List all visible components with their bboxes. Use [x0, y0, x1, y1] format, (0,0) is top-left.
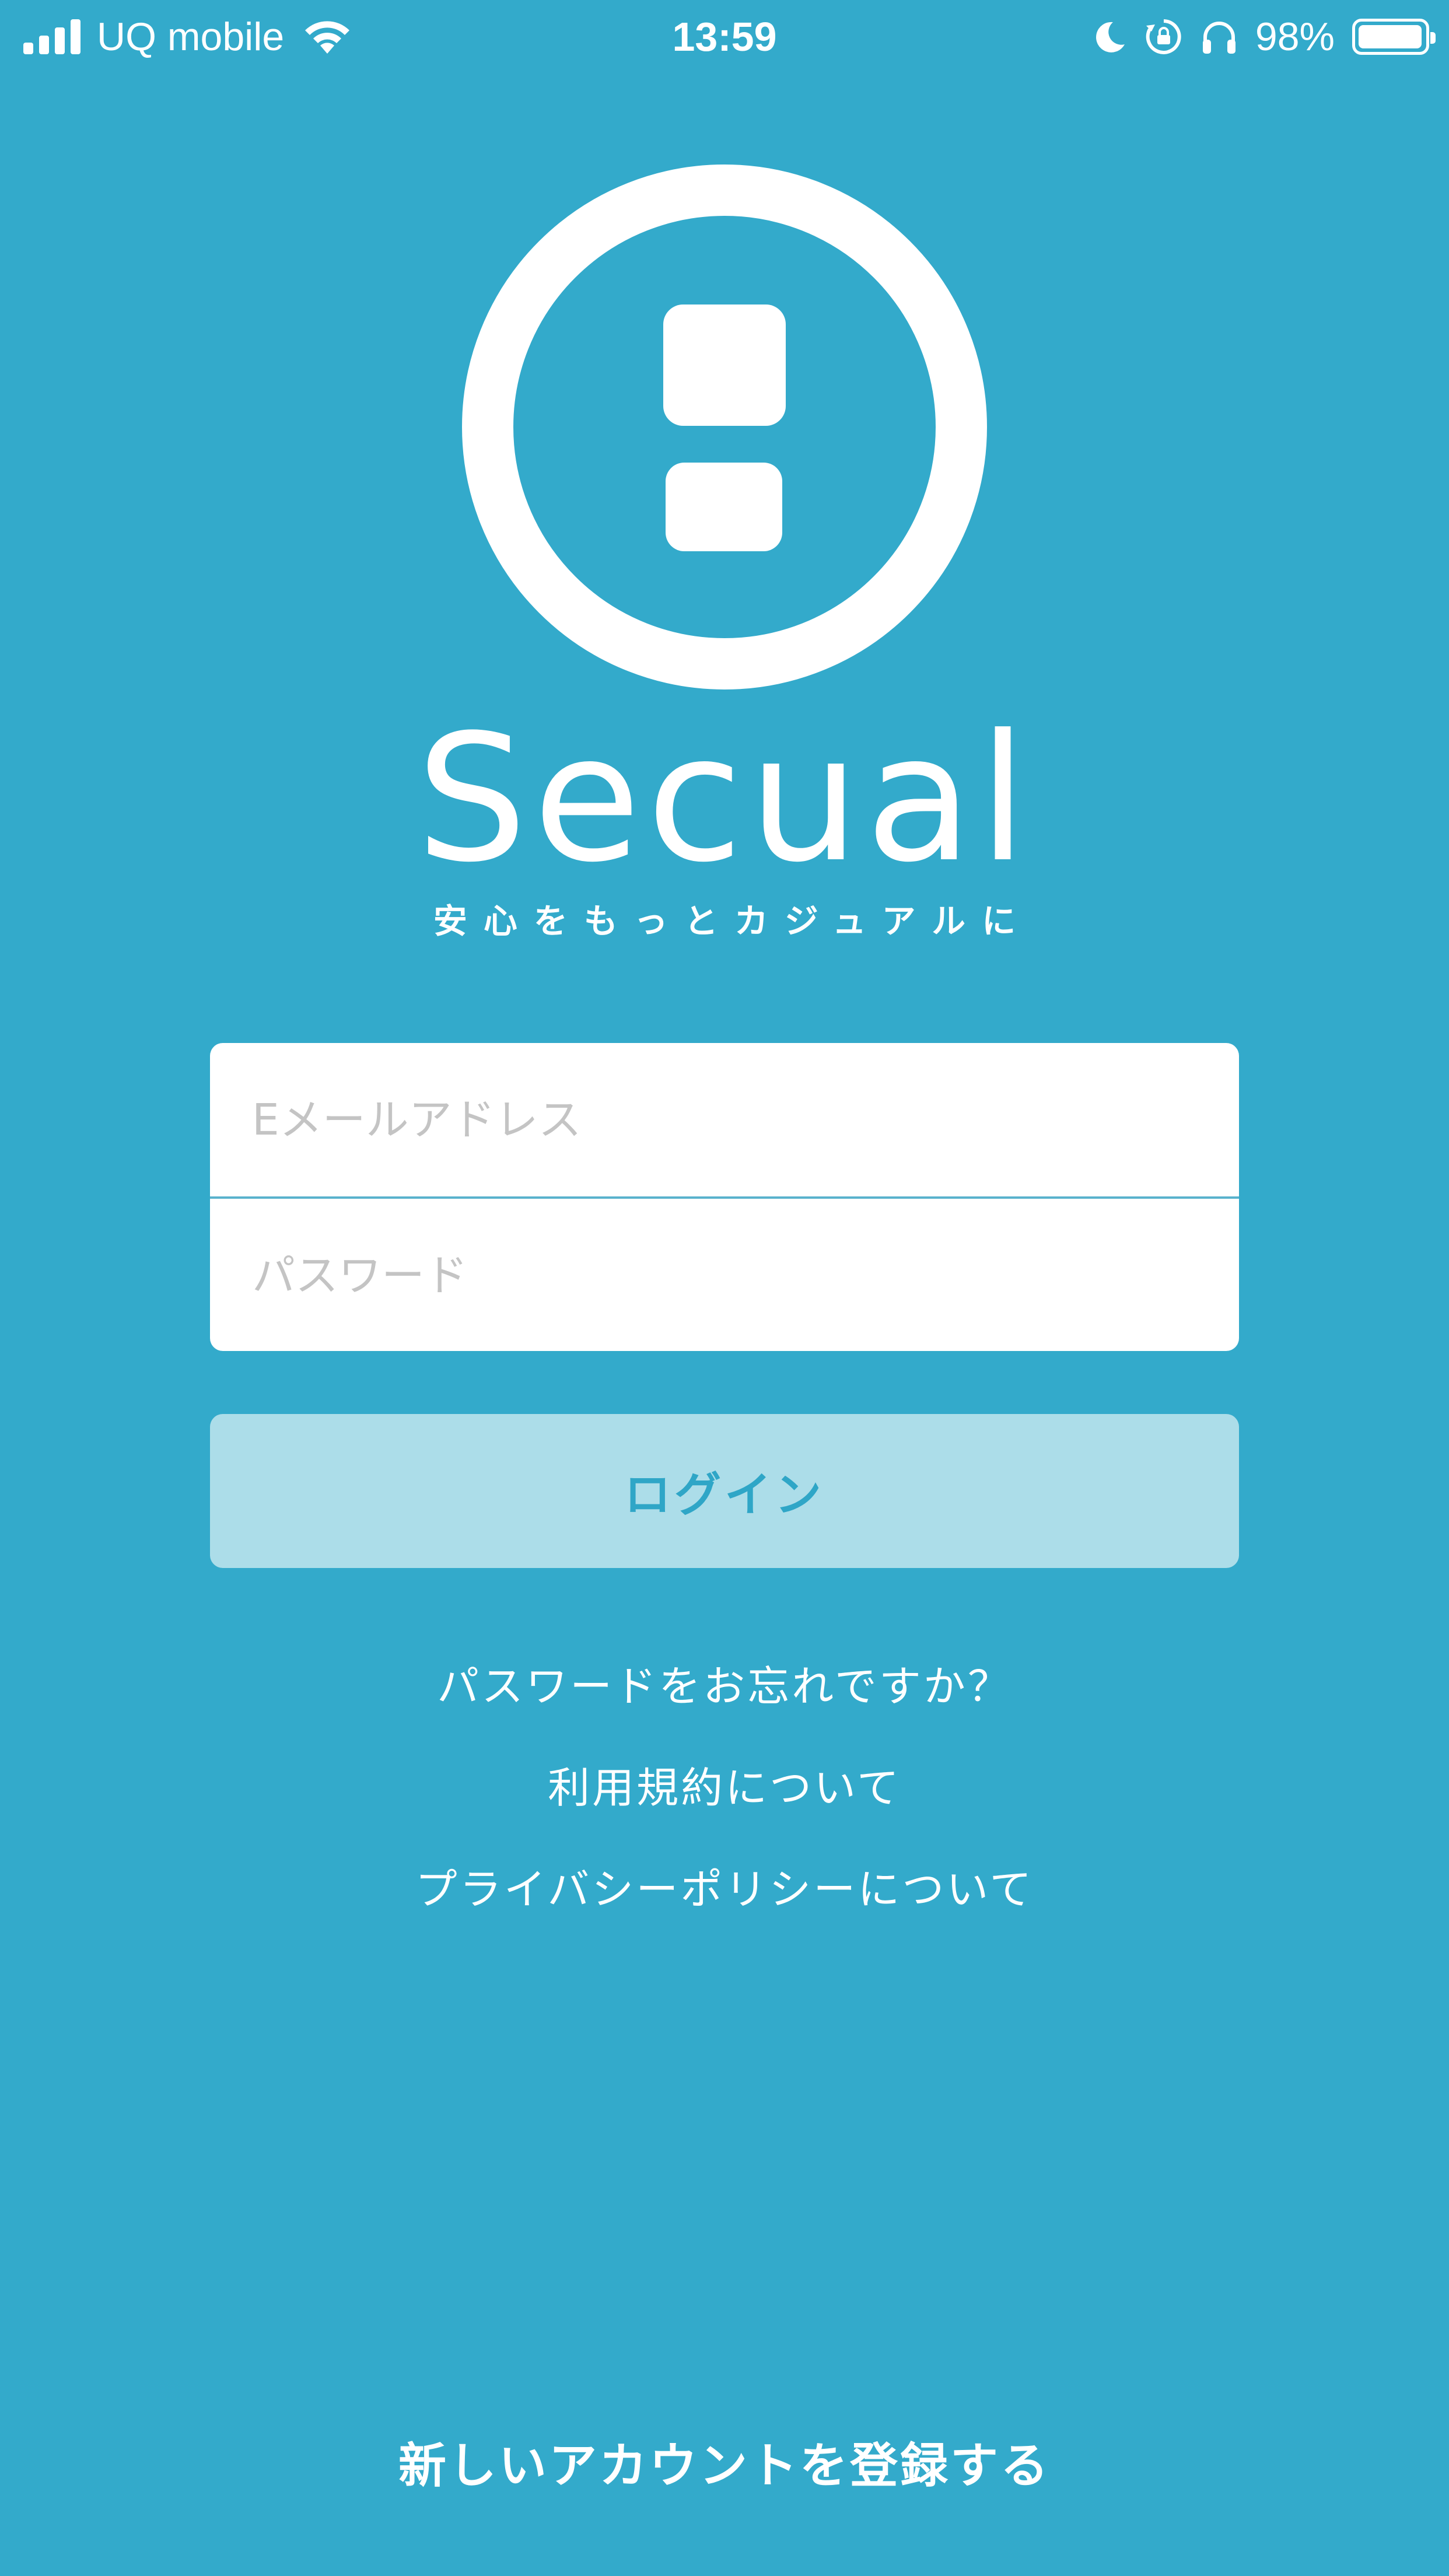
register-account-link[interactable]: 新しいアカウントを登録する [0, 2427, 1449, 2496]
status-bar: UQ mobile 13:59 98% [0, 0, 1449, 74]
status-bar-right: 98% [1092, 13, 1436, 61]
login-button[interactable]: ログイン [210, 1414, 1239, 1568]
brand-name: Secual [416, 697, 1033, 901]
battery-level-fill [1359, 25, 1422, 48]
headphones-icon [1202, 22, 1236, 54]
forgot-password-link[interactable]: パスワードをお忘れですか？ [0, 1652, 1449, 1713]
secual-logo-icon [462, 164, 987, 690]
battery-percentage: 98% [1255, 15, 1335, 59]
battery-icon [1352, 19, 1436, 55]
login-form [210, 1043, 1239, 1351]
brand-tagline: 安心をもっとカジュアルに [433, 901, 1032, 941]
privacy-policy-link[interactable]: プライバシーポリシーについて [0, 1855, 1449, 1916]
rotation-lock-icon [1146, 19, 1181, 54]
password-field[interactable] [210, 1199, 1239, 1351]
field-divider [210, 1196, 1239, 1199]
terms-link[interactable]: 利用規約について [0, 1754, 1449, 1815]
moon-icon [1096, 22, 1125, 52]
email-field[interactable] [210, 1043, 1239, 1196]
